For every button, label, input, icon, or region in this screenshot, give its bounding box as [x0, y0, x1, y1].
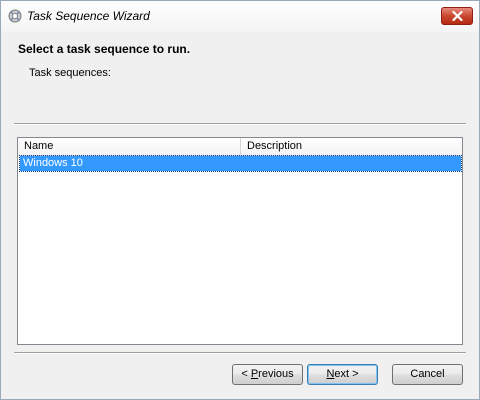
- task-sequences-label: Task sequences:: [29, 67, 111, 79]
- wizard-window: Task Sequence Wizard Select a task seque…: [0, 0, 480, 400]
- column-header-name[interactable]: Name: [18, 138, 241, 155]
- next-button[interactable]: Next >: [307, 364, 378, 385]
- close-icon: [452, 11, 463, 21]
- close-button[interactable]: [441, 7, 473, 25]
- task-sequence-list[interactable]: Name Description Windows 10: [17, 137, 463, 345]
- list-item[interactable]: Windows 10: [19, 155, 462, 172]
- top-divider: [14, 123, 466, 125]
- gear-cd-icon: [8, 9, 22, 23]
- page-heading: Select a task sequence to run.: [18, 42, 191, 56]
- window-title: Task Sequence Wizard: [27, 9, 150, 23]
- list-item-name: Windows 10: [23, 157, 83, 169]
- list-header: Name Description: [18, 138, 462, 156]
- previous-button[interactable]: < Previous: [232, 364, 303, 385]
- column-header-description[interactable]: Description: [241, 138, 462, 155]
- title-bar[interactable]: Task Sequence Wizard: [1, 1, 479, 32]
- cancel-button[interactable]: Cancel: [392, 364, 463, 385]
- bottom-divider: [14, 352, 466, 354]
